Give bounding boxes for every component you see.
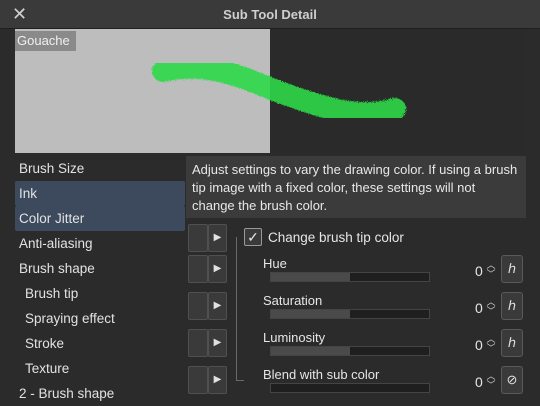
description-text: Adjust settings to vary the drawing colo…: [186, 156, 526, 218]
category-list: Brush Size Ink Color Jitter Anti-aliasing Br…: [15, 156, 185, 402]
sidebar-item[interactable]: Brush Size: [15, 156, 185, 181]
param-value: 0: [475, 374, 483, 390]
sidebar-item[interactable]: Brush tip: [15, 281, 185, 306]
expand-arrow-button[interactable]: ▶: [208, 366, 227, 394]
param-slider[interactable]: [270, 272, 430, 282]
show-in-tool-property-toggle[interactable]: [188, 292, 208, 320]
sidebar-item[interactable]: Color Jitter: [15, 206, 185, 231]
stepper-up-icon[interactable]: ︿: [486, 335, 496, 344]
tree-connector-vertical: [236, 237, 237, 380]
window-title: Sub Tool Detail: [223, 7, 317, 22]
brush-preview: Gouache: [15, 29, 525, 153]
stepper-down-icon[interactable]: ﹀: [486, 381, 496, 390]
param-value: 0: [475, 337, 483, 353]
stepper-down-icon[interactable]: ﹀: [486, 270, 496, 279]
param-value: 0: [475, 263, 483, 279]
sidebar-item[interactable]: Brush shape: [15, 256, 185, 281]
sidebar-item[interactable]: Anti-aliasing: [15, 231, 185, 256]
stepper-down-icon[interactable]: ﹀: [486, 307, 496, 316]
sidebar-item[interactable]: Ink: [15, 181, 185, 206]
title-bar: ✕ Sub Tool Detail: [0, 0, 540, 29]
param-slider[interactable]: [270, 309, 430, 319]
sidebar-item[interactable]: Texture: [15, 356, 185, 381]
sidebar-item[interactable]: Stroke: [15, 331, 185, 356]
slider-fill: [271, 310, 350, 318]
show-in-tool-property-toggle[interactable]: [188, 224, 208, 252]
param-value: 0: [475, 300, 483, 316]
pressure-settings-icon[interactable]: ℎ: [501, 255, 523, 283]
expand-arrow-button[interactable]: ▶: [208, 224, 227, 252]
expand-arrow-button[interactable]: ▶: [208, 292, 227, 320]
preview-label: Gouache: [15, 31, 76, 51]
param-slider[interactable]: [270, 383, 430, 393]
sidebar-item[interactable]: 2 - Brush shape: [15, 381, 185, 406]
param-label: Luminosity: [263, 330, 326, 345]
param-label: Hue: [263, 256, 287, 271]
stepper-up-icon[interactable]: ︿: [486, 261, 496, 270]
stepper-down-icon[interactable]: ﹀: [486, 344, 496, 353]
show-in-tool-property-toggle[interactable]: [188, 366, 208, 394]
stepper-up-icon[interactable]: ︿: [486, 298, 496, 307]
pressure-settings-icon[interactable]: ℎ: [501, 329, 523, 357]
param-slider[interactable]: [270, 346, 430, 356]
brush-stroke: [152, 56, 406, 125]
disabled-icon[interactable]: ⊘: [501, 366, 523, 394]
slider-fill: [271, 273, 350, 281]
show-in-tool-property-toggle[interactable]: [188, 329, 208, 357]
slider-fill: [271, 347, 350, 355]
expand-arrow-button[interactable]: ▶: [208, 329, 227, 357]
param-label: Blend with sub color: [263, 367, 380, 382]
param-label: Saturation: [263, 293, 323, 308]
expand-arrow-button[interactable]: ▶: [208, 255, 227, 283]
tree-connector-horizontal: [236, 380, 244, 381]
pressure-settings-icon[interactable]: ℎ: [501, 292, 523, 320]
change-tip-color-checkbox[interactable]: ✓: [244, 228, 262, 246]
sidebar-item[interactable]: Spraying effect: [15, 306, 185, 331]
show-in-tool-property-toggle[interactable]: [188, 255, 208, 283]
change-tip-color-checkbox-row[interactable]: ✓ Change brush tip color: [244, 228, 404, 248]
stepper-up-icon[interactable]: ︿: [486, 372, 496, 381]
change-tip-color-label: Change brush tip color: [268, 229, 404, 245]
